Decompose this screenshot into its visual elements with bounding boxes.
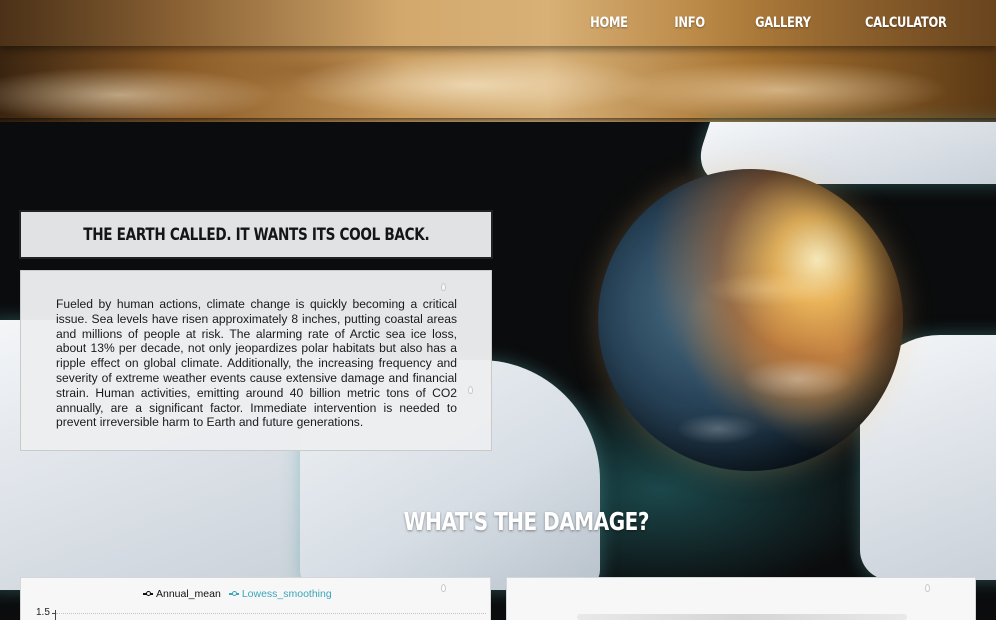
- water-droplet: [441, 283, 446, 291]
- headline-text: THE EARTH CALLED. IT WANTS ITS COOL BACK…: [82, 224, 430, 245]
- nav-gallery-link[interactable]: GALLERY: [755, 15, 811, 31]
- faded-heading-text: [577, 614, 907, 620]
- grid-line: [56, 613, 486, 614]
- y-tick-label: 1.5: [36, 607, 50, 618]
- chart-legend: Annual_mean Lowess_smoothing: [143, 588, 332, 600]
- intro-text-box: Fueled by human actions, climate change …: [20, 270, 492, 451]
- damage-info-panel: [506, 577, 976, 620]
- page: HOME INFO GALLERY CALCULATOR THE EARTH C…: [0, 0, 996, 620]
- earth-clouds: [598, 169, 903, 471]
- legend-line-icon: [228, 591, 239, 596]
- water-droplet: [925, 584, 930, 592]
- legend-item-lowess[interactable]: Lowess_smoothing: [228, 588, 332, 600]
- nav-home-link[interactable]: HOME: [590, 15, 628, 31]
- legend-label: Lowess_smoothing: [241, 588, 332, 600]
- top-navigation: HOME INFO GALLERY CALCULATOR: [0, 0, 996, 46]
- legend-label: Annual_mean: [156, 588, 221, 600]
- damage-section-heading: WHAT'S THE DAMAGE?: [403, 507, 650, 536]
- nav-calculator-link[interactable]: CALCULATOR: [865, 15, 947, 31]
- nav-info-link[interactable]: INFO: [675, 15, 706, 31]
- legend-item-annual-mean[interactable]: Annual_mean: [143, 588, 221, 600]
- intro-paragraph: Fueled by human actions, climate change …: [56, 297, 457, 430]
- legend-line-icon: [143, 591, 153, 596]
- water-droplet: [468, 386, 473, 394]
- water-droplet: [441, 584, 446, 592]
- y-axis-line: [55, 610, 56, 620]
- headline-box: THE EARTH CALLED. IT WANTS ITS COOL BACK…: [19, 210, 493, 259]
- co2-chart-panel: Annual_mean Lowess_smoothing 1.5: [20, 577, 491, 620]
